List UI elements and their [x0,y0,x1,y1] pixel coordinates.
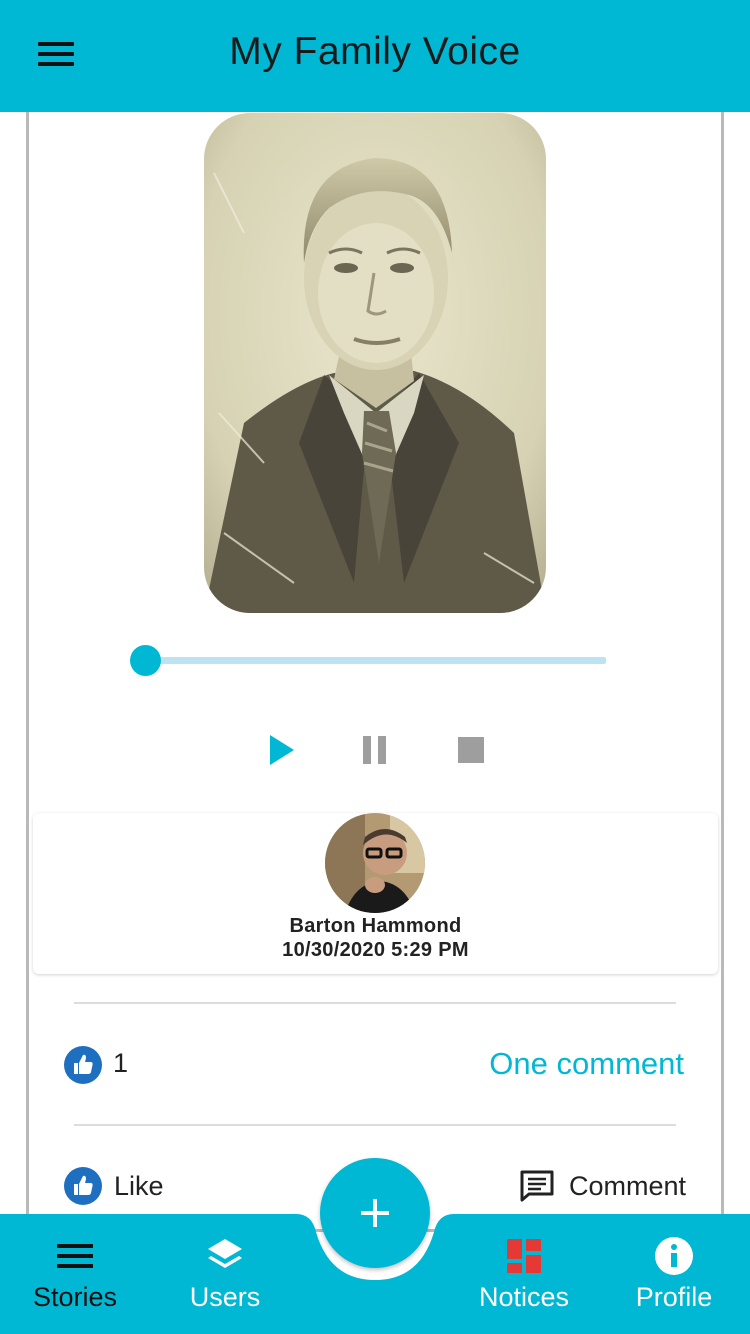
nav-stories-label: Stories [32,1282,118,1312]
pause-icon[interactable] [355,730,395,770]
comment-label: Comment [568,1170,686,1201]
divider [74,1002,676,1004]
nav-notices-label: Notices [478,1282,570,1312]
post-date: 10/30/2020 5:29 PM [282,939,469,961]
slider-track [144,657,606,664]
slider-knob[interactable] [130,645,161,676]
nav-profile[interactable]: Profile [599,1214,749,1334]
play-icon[interactable] [262,730,302,770]
like-label: Like [114,1170,164,1201]
dashboard-icon [504,1236,544,1276]
audio-progress-slider[interactable] [130,645,606,677]
nav-notices[interactable]: Notices [449,1214,599,1334]
like-button[interactable]: Like [64,1166,164,1206]
list-icon [55,1236,95,1276]
app-header: My Family Voice [0,0,750,112]
nav-profile-label: Profile [635,1282,713,1312]
nav-users[interactable]: Users [150,1214,300,1334]
nav-users-label: Users [189,1282,261,1312]
thumbs-up-icon [64,1167,102,1205]
thumbs-up-icon [64,1046,102,1084]
stop-icon[interactable] [451,730,491,770]
comment-button[interactable]: Comment [519,1166,686,1206]
comment-icon [520,1170,554,1202]
info-icon [654,1236,694,1276]
story-photo[interactable] [204,113,546,613]
plus-icon [361,1199,389,1227]
comments-link[interactable]: One comment [489,1046,684,1082]
author-card[interactable]: Barton Hammond 10/30/2020 5:29 PM [33,813,718,974]
avatar[interactable] [325,813,425,913]
author-name: Barton Hammond [289,915,462,937]
divider [74,1124,676,1126]
like-count: 1 [113,1048,129,1078]
add-story-button[interactable] [320,1158,430,1268]
nav-stories[interactable]: Stories [0,1214,150,1334]
page-title: My Family Voice [229,30,521,73]
layers-icon [205,1236,245,1276]
